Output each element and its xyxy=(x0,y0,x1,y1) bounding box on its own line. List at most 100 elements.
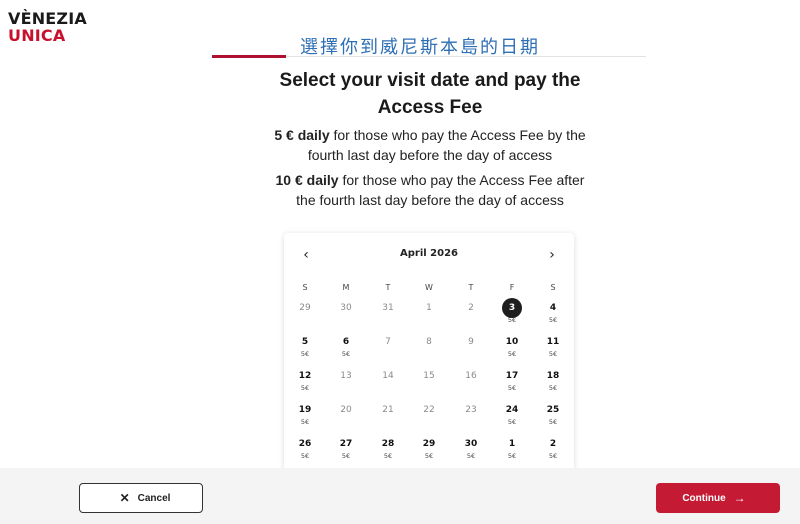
calendar-day: 2 xyxy=(456,298,486,328)
continue-label: Continue xyxy=(682,492,726,504)
day-number: 6 xyxy=(342,337,350,347)
day-price: 5€ xyxy=(300,350,310,358)
day-number: 29 xyxy=(422,439,436,449)
day-price: 5€ xyxy=(548,316,558,324)
calendar-day[interactable]: 4 5€ xyxy=(538,298,568,328)
calendar-day[interactable]: 11 5€ xyxy=(538,332,568,362)
day-price: 5€ xyxy=(507,418,517,426)
weekday-label: W xyxy=(425,283,433,292)
day-number: 12 xyxy=(298,371,312,381)
arrow-right-icon: → xyxy=(733,491,746,505)
calendar-day: 8 xyxy=(414,332,444,362)
fee-late-desc: for those who pay the Access Fee after t… xyxy=(296,172,585,208)
day-price: 5€ xyxy=(507,384,517,392)
calendar-day[interactable]: 26 5€ xyxy=(290,434,320,464)
calendar-day: 29 xyxy=(290,298,320,328)
day-price: 5€ xyxy=(300,418,310,426)
calendar-day-selected[interactable]: 3 5€ xyxy=(497,298,527,328)
day-number: 29 xyxy=(299,303,311,313)
calendar-day: 21 xyxy=(373,400,403,430)
day-price: 5€ xyxy=(341,350,351,358)
calendar-day[interactable]: 24 5€ xyxy=(497,400,527,430)
chinese-annotation: 選擇你到威尼斯本島的日期 xyxy=(300,37,540,58)
day-number: 22 xyxy=(423,405,435,415)
day-number: 5 xyxy=(301,337,309,347)
fee-late-amount: 10 € daily xyxy=(275,172,339,188)
day-number: 30 xyxy=(464,439,478,449)
day-price: 5€ xyxy=(300,384,310,392)
calendar-day[interactable]: 19 5€ xyxy=(290,400,320,430)
calendar-day[interactable]: 30 5€ xyxy=(456,434,486,464)
fee-standard: 5 € daily for those who pay the Access F… xyxy=(270,125,590,165)
day-price: 5€ xyxy=(507,316,517,324)
day-number: 21 xyxy=(382,405,394,415)
progress-fill xyxy=(212,55,286,58)
weekday-label: S xyxy=(550,283,556,292)
calendar-day[interactable]: 17 5€ xyxy=(497,366,527,396)
day-number: 20 xyxy=(340,405,352,415)
day-number: 30 xyxy=(340,303,352,313)
day-number: 9 xyxy=(468,337,474,347)
weekday-label: M xyxy=(342,283,350,292)
day-number: 16 xyxy=(465,371,477,381)
cancel-button[interactable]: ✕ Cancel xyxy=(79,483,203,513)
day-price: 5€ xyxy=(466,452,476,460)
day-number: 4 xyxy=(549,303,557,313)
cancel-label: Cancel xyxy=(137,492,171,504)
calendar-day[interactable]: 12 5€ xyxy=(290,366,320,396)
calendar-day: 1 xyxy=(414,298,444,328)
day-price: 5€ xyxy=(424,452,434,460)
calendar-day[interactable]: 2 5€ xyxy=(538,434,568,464)
calendar-day[interactable]: 1 5€ xyxy=(497,434,527,464)
calendar-day[interactable]: 29 5€ xyxy=(414,434,444,464)
day-number: 27 xyxy=(339,439,353,449)
day-number: 19 xyxy=(298,405,312,415)
footer-bar: ✕ Cancel Continue → xyxy=(0,468,800,524)
day-number: 1 xyxy=(426,303,432,313)
calendar-header: ‹ April 2026 › xyxy=(284,245,574,265)
day-price: 5€ xyxy=(507,350,517,358)
day-price: 5€ xyxy=(548,350,558,358)
day-number: 2 xyxy=(549,439,557,449)
logo-line2: UNICA xyxy=(8,26,66,45)
day-number: 24 xyxy=(505,405,519,415)
chevron-right-icon[interactable]: › xyxy=(542,245,562,265)
day-number: 18 xyxy=(546,371,560,381)
calendar-day: 14 xyxy=(373,366,403,396)
calendar-day[interactable]: 18 5€ xyxy=(538,366,568,396)
calendar-day[interactable]: 25 5€ xyxy=(538,400,568,430)
calendar-day: 20 xyxy=(331,400,361,430)
continue-button[interactable]: Continue → xyxy=(656,483,780,513)
day-number: 14 xyxy=(382,371,394,381)
day-number: 13 xyxy=(340,371,352,381)
day-number: 23 xyxy=(465,405,477,415)
day-number: 28 xyxy=(381,439,395,449)
day-number: 17 xyxy=(505,371,519,381)
calendar-day: 23 xyxy=(456,400,486,430)
weekday-row: SMTWTFS xyxy=(284,283,574,295)
fee-standard-desc: for those who pay the Access Fee by the … xyxy=(307,127,586,163)
page-title: Select your visit date and pay the Acces… xyxy=(279,70,581,118)
calendar-day[interactable]: 27 5€ xyxy=(331,434,361,464)
day-price: 5€ xyxy=(507,452,517,460)
calendar-day: 9 xyxy=(456,332,486,362)
calendar-day: 22 xyxy=(414,400,444,430)
calendar-day[interactable]: 5 5€ xyxy=(290,332,320,362)
day-number: 3 xyxy=(502,298,522,318)
day-price: 5€ xyxy=(548,384,558,392)
calendar-month: April 2026 xyxy=(400,248,458,259)
calendar-day: 30 xyxy=(331,298,361,328)
venezia-unica-logo[interactable]: VÈNEZIA UNICA xyxy=(8,10,87,44)
day-number: 26 xyxy=(298,439,312,449)
calendar-day[interactable]: 28 5€ xyxy=(373,434,403,464)
day-number: 11 xyxy=(546,337,560,347)
calendar-day: 7 xyxy=(373,332,403,362)
calendar-day: 15 xyxy=(414,366,444,396)
calendar-day[interactable]: 6 5€ xyxy=(331,332,361,362)
day-number: 31 xyxy=(382,303,394,313)
calendar-day: 13 xyxy=(331,366,361,396)
calendar-day[interactable]: 10 5€ xyxy=(497,332,527,362)
day-number: 7 xyxy=(385,337,391,347)
weekday-label: T xyxy=(385,283,391,292)
weekday-label: T xyxy=(468,283,474,292)
